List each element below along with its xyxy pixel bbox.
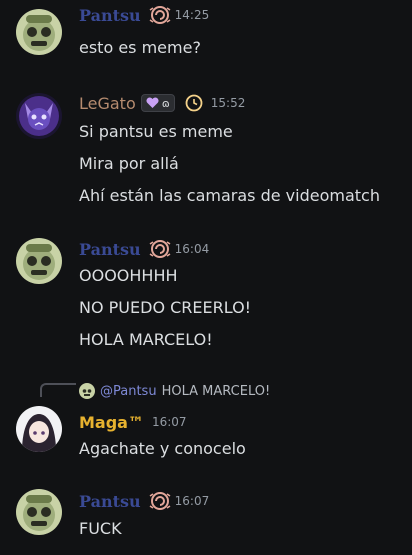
message-text: Mira por allá: [79, 154, 179, 173]
timestamp: 14:25: [174, 8, 210, 22]
swirl-icon: [147, 490, 173, 512]
message-header: Pantsu 16:04: [79, 238, 209, 260]
username[interactable]: Pantsu: [79, 492, 141, 511]
username[interactable]: LeGato: [79, 94, 136, 113]
reply-connector: [40, 383, 76, 397]
avatar[interactable]: [16, 93, 62, 139]
message-text: FUCK: [79, 519, 122, 538]
reply-mention[interactable]: @Pantsu: [100, 384, 157, 399]
message-text: NO PUEDO CREERLO!: [79, 298, 252, 317]
avatar[interactable]: [16, 489, 62, 535]
username[interactable]: Pantsu: [79, 6, 141, 25]
chat-log: Pantsu 14:25 esto es meme? LeGato ɷ 15:5…: [0, 0, 412, 555]
purple-heart-icon: [146, 97, 159, 108]
reply-text: HOLA MARCELO!: [161, 383, 271, 399]
message-header: Maga™ 16:07: [79, 411, 187, 433]
username[interactable]: Pantsu: [79, 240, 141, 259]
anime-girl-avatar: [16, 406, 62, 452]
avatar[interactable]: [16, 406, 62, 452]
server-tag-text: ɷ: [161, 96, 170, 110]
green-skull-avatar: [16, 238, 62, 284]
username[interactable]: Maga™: [79, 413, 144, 432]
clock-icon: [185, 94, 203, 112]
message-text: OOOOHHHH: [79, 266, 178, 285]
message-text: HOLA MARCELO!: [79, 330, 213, 349]
message-text: Agachate y conocelo: [79, 439, 246, 458]
green-skull-avatar: [16, 489, 62, 535]
message-header: Pantsu 16:07: [79, 490, 209, 512]
message-text: esto es meme?: [79, 38, 201, 57]
server-tag[interactable]: ɷ: [140, 94, 175, 112]
timestamp: 16:04: [174, 242, 210, 256]
green-skull-avatar: [79, 383, 95, 399]
timestamp: 16:07: [151, 415, 187, 429]
message-header: Pantsu 14:25: [79, 4, 209, 26]
avatar[interactable]: [16, 9, 62, 55]
green-skull-avatar: [16, 9, 62, 55]
swirl-icon: [147, 238, 173, 260]
message-text: Si pantsu es meme: [79, 122, 233, 141]
message-text: Ahí están las camaras de videomatch: [79, 186, 380, 205]
purple-cat-avatar: [16, 93, 62, 139]
swirl-icon: [147, 4, 173, 26]
timestamp: 15:52: [210, 96, 246, 110]
reply-preview[interactable]: @Pantsu HOLA MARCELO!: [79, 381, 270, 401]
timestamp: 16:07: [174, 494, 210, 508]
avatar[interactable]: [16, 238, 62, 284]
message-header: LeGato ɷ 15:52: [79, 92, 245, 114]
